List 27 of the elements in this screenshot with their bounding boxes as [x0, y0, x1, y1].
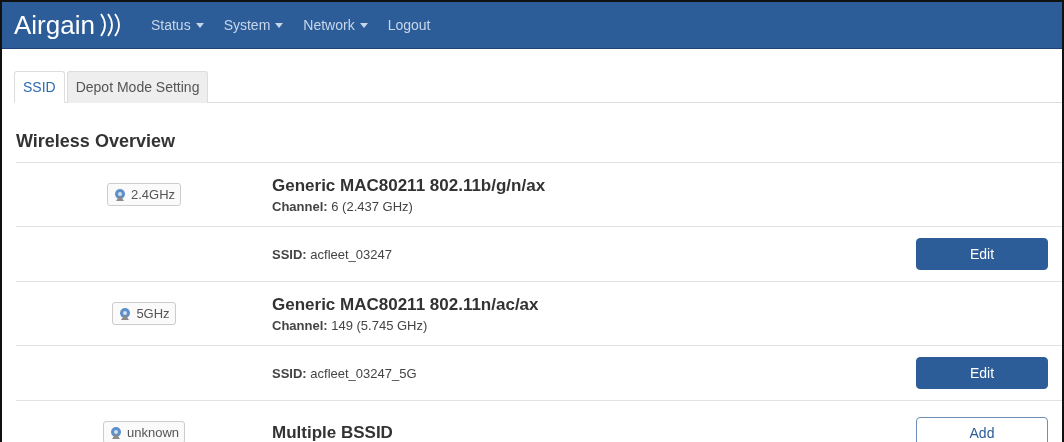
band-label: 2.4GHz	[130, 187, 176, 202]
tab[interactable]: Depot Mode Setting	[66, 71, 209, 103]
caret-icon	[195, 22, 204, 28]
menu-item[interactable]: Logout	[387, 17, 431, 33]
add-button[interactable]: Add	[916, 416, 1048, 442]
tab[interactable]: SSID	[14, 71, 65, 103]
channel-text: Channel: 6 (2.437 GHz)	[272, 198, 414, 214]
band-label: 5GHz	[136, 306, 170, 321]
radio-title: Generic MAC80211 802.11n/ac/ax	[272, 294, 540, 315]
menu-item[interactable]: System	[223, 17, 284, 33]
radio-icon	[108, 425, 123, 440]
radio-title: Multiple BSSID	[272, 422, 394, 442]
logo-text: Airgain	[14, 12, 95, 38]
radio-title: Generic MAC80211 802.11b/g/n/ax	[272, 175, 547, 196]
radio-icon	[118, 306, 133, 321]
radio-icon	[112, 187, 127, 202]
band-label: unknown	[126, 425, 179, 440]
menu-item[interactable]: Network	[303, 17, 368, 33]
caret-icon	[359, 22, 368, 28]
ssid-text: SSID: acfleet_03247_5G	[272, 365, 418, 381]
menu-item[interactable]: Status	[150, 17, 204, 33]
ssid-text: SSID: acfleet_03247	[272, 246, 393, 262]
section-title: Wireless Overview	[16, 131, 176, 152]
caret-icon	[275, 22, 284, 28]
channel-text: Channel: 149 (5.745 GHz)	[272, 317, 429, 333]
edit-button[interactable]: Edit	[916, 357, 1048, 389]
edit-button[interactable]: Edit	[916, 238, 1048, 270]
